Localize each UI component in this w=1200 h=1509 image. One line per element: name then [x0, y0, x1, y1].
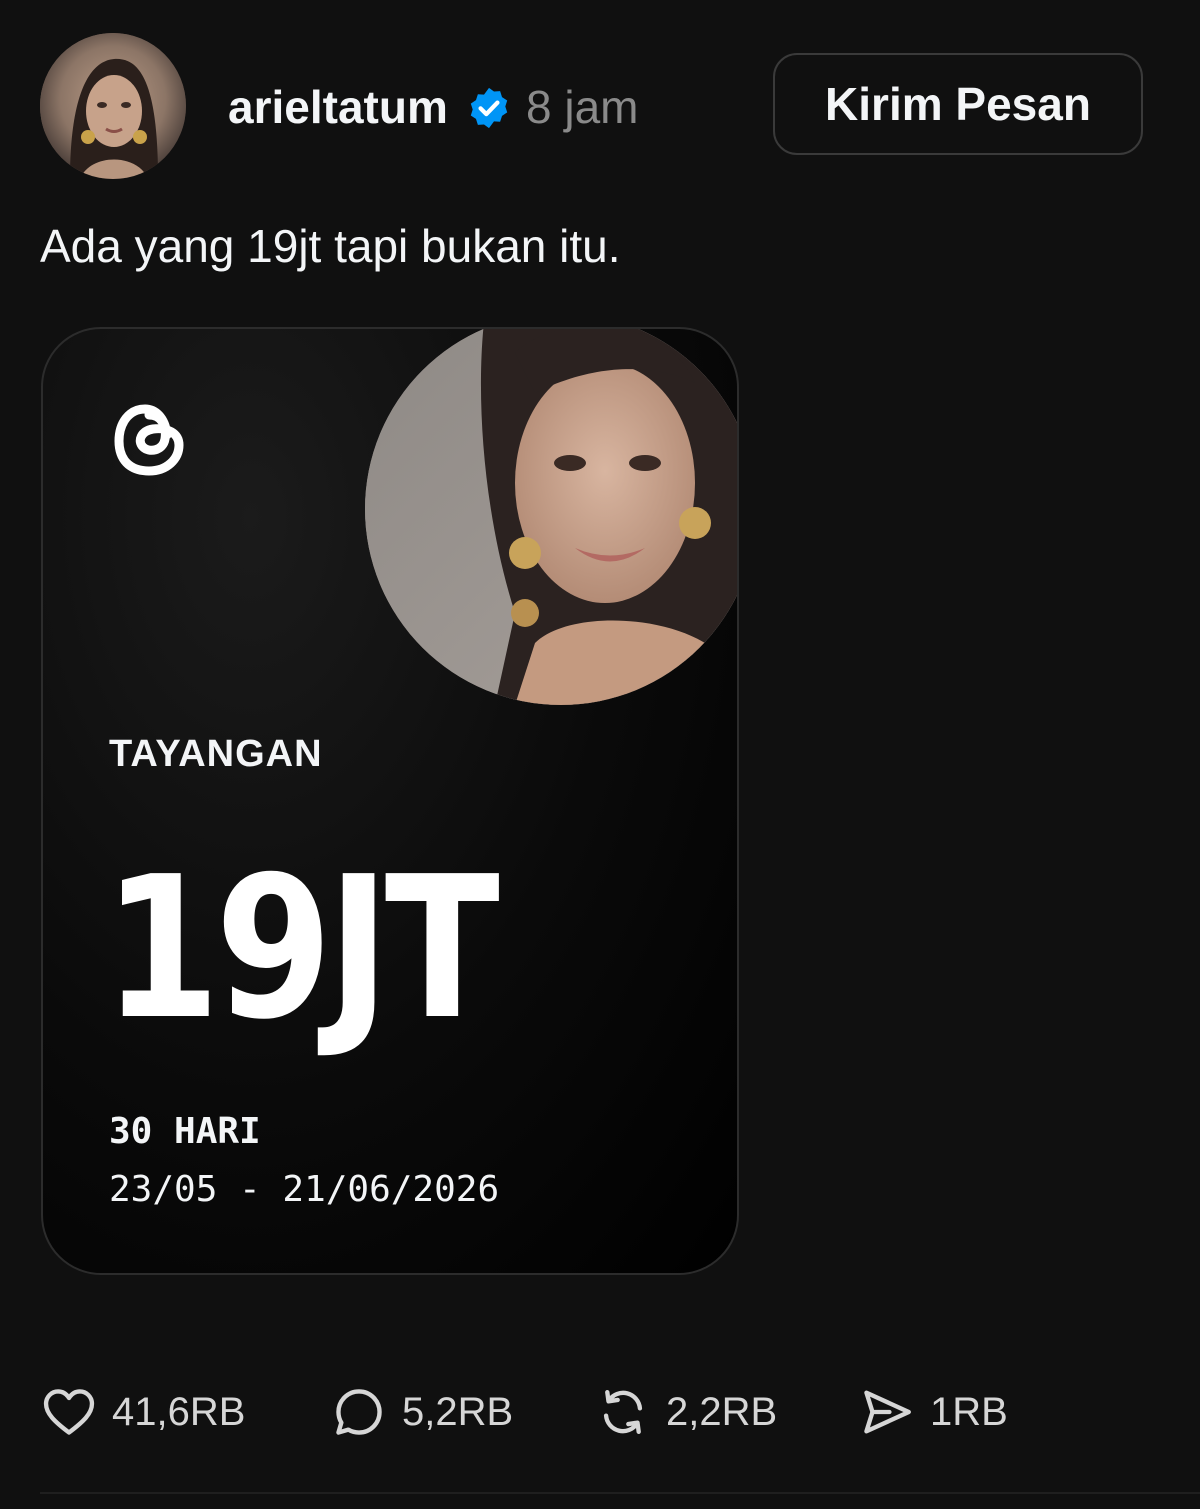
metric-value: 19JT — [103, 835, 500, 1063]
avatar-photo — [40, 33, 186, 179]
metric-period: 30 HARI — [109, 1111, 261, 1152]
repost-button[interactable]: 2,2RB — [594, 1380, 777, 1444]
comment-icon — [336, 1389, 382, 1435]
post-divider — [40, 1492, 1200, 1494]
like-button[interactable]: 41,6RB — [40, 1380, 245, 1444]
card-profile-photo — [365, 329, 737, 705]
share-button[interactable]: 1RB — [858, 1380, 1008, 1444]
send-message-button[interactable]: Kirim Pesan — [773, 53, 1143, 155]
author-avatar[interactable] — [40, 33, 186, 179]
like-count: 41,6RB — [112, 1389, 246, 1434]
author-username[interactable]: arieltatum — [228, 80, 448, 134]
metric-date-range: 23/05 - 21/06/2026 — [109, 1169, 500, 1210]
repost-count: 2,2RB — [666, 1389, 778, 1434]
threads-post: arieltatum 8 jam Kirim Pesan Ada yang 19… — [0, 0, 1200, 1509]
heart-icon — [43, 1389, 95, 1435]
threads-logo-icon — [109, 395, 191, 483]
send-icon — [864, 1390, 911, 1434]
share-count: 1RB — [930, 1389, 1008, 1434]
post-actions-bar: 41,6RB 5,2RB 2,2RB 1RB — [0, 1380, 1200, 1444]
verified-badge-icon — [466, 85, 512, 131]
insights-card[interactable]: TAYANGAN 19JT 30 HARI 23/05 - 21/06/2026 — [41, 327, 739, 1275]
repost-icon — [603, 1390, 643, 1434]
post-caption: Ada yang 19jt tapi bukan itu. — [40, 220, 621, 272]
reply-button[interactable]: 5,2RB — [330, 1380, 513, 1444]
post-timestamp: 8 jam — [526, 81, 639, 133]
reply-count: 5,2RB — [402, 1389, 514, 1434]
metric-label: TAYANGAN — [109, 733, 323, 775]
